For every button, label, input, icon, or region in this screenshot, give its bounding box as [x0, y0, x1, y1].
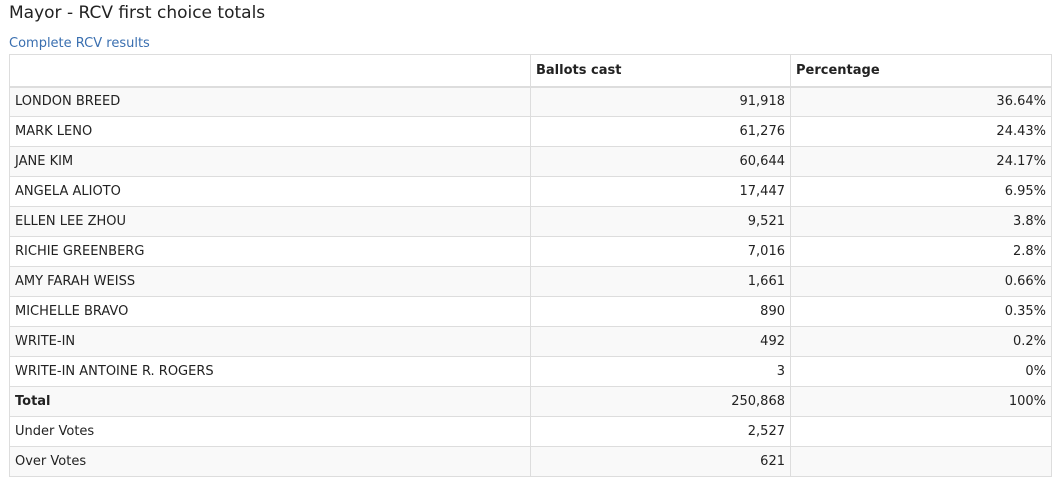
candidate-name: MICHELLE BRAVO [9, 296, 531, 327]
total-label: Total [9, 386, 531, 417]
table-row: MICHELLE BRAVO 890 0.35% [9, 296, 1052, 327]
ballots-cast: 1,661 [530, 266, 791, 297]
percentage: 6.95% [790, 176, 1052, 207]
table-row: JANE KIM 60,644 24.17% [9, 146, 1052, 177]
total-ballots: 250,868 [530, 386, 791, 417]
percentage: 0.35% [790, 296, 1052, 327]
candidate-name: WRITE-IN ANTOINE R. ROGERS [9, 356, 531, 387]
candidate-name: ELLEN LEE ZHOU [9, 206, 531, 237]
percentage: 0.66% [790, 266, 1052, 297]
candidate-name: AMY FARAH WEISS [9, 266, 531, 297]
complete-rcv-results-link[interactable]: Complete RCV results [9, 35, 150, 52]
table-row: WRITE-IN 492 0.2% [9, 326, 1052, 357]
ballots-cast: 492 [530, 326, 791, 357]
table-row: RICHIE GREENBERG 7,016 2.8% [9, 236, 1052, 267]
ballots-cast: 3 [530, 356, 791, 387]
table-header-row: Ballots cast Percentage [9, 54, 1052, 88]
over-votes-percentage [790, 446, 1052, 477]
page-title: Mayor - RCV first choice totals [9, 3, 266, 23]
ballots-cast: 7,016 [530, 236, 791, 267]
candidate-name: WRITE-IN [9, 326, 531, 357]
page: Mayor - RCV first choice totals Complete… [0, 0, 1060, 500]
candidate-name: MARK LENO [9, 116, 531, 147]
over-votes-row: Over Votes 621 [9, 446, 1052, 477]
candidate-name: JANE KIM [9, 146, 531, 177]
table-row: LONDON BREED 91,918 36.64% [9, 86, 1052, 117]
ballots-cast: 61,276 [530, 116, 791, 147]
candidate-name: LONDON BREED [9, 86, 531, 117]
percentage: 36.64% [790, 86, 1052, 117]
table-row: WRITE-IN ANTOINE R. ROGERS 3 0% [9, 356, 1052, 387]
percentage: 24.17% [790, 146, 1052, 177]
under-votes-percentage [790, 416, 1052, 447]
over-votes-count: 621 [530, 446, 791, 477]
table-row: AMY FARAH WEISS 1,661 0.66% [9, 266, 1052, 297]
under-votes-count: 2,527 [530, 416, 791, 447]
candidate-name: ANGELA ALIOTO [9, 176, 531, 207]
percentage: 24.43% [790, 116, 1052, 147]
over-votes-label: Over Votes [9, 446, 531, 477]
candidate-name: RICHIE GREENBERG [9, 236, 531, 267]
table-row: ELLEN LEE ZHOU 9,521 3.8% [9, 206, 1052, 237]
under-votes-label: Under Votes [9, 416, 531, 447]
header-ballots-cast: Ballots cast [530, 54, 791, 88]
table-row: ANGELA ALIOTO 17,447 6.95% [9, 176, 1052, 207]
results-table: Ballots cast Percentage LONDON BREED 91,… [9, 54, 1052, 477]
percentage: 0.2% [790, 326, 1052, 357]
table-row: MARK LENO 61,276 24.43% [9, 116, 1052, 147]
header-percentage: Percentage [790, 54, 1052, 88]
ballots-cast: 890 [530, 296, 791, 327]
ballots-cast: 9,521 [530, 206, 791, 237]
total-percentage: 100% [790, 386, 1052, 417]
total-row: Total 250,868 100% [9, 386, 1052, 417]
ballots-cast: 17,447 [530, 176, 791, 207]
ballots-cast: 60,644 [530, 146, 791, 177]
header-candidate [9, 54, 531, 88]
under-votes-row: Under Votes 2,527 [9, 416, 1052, 447]
percentage: 2.8% [790, 236, 1052, 267]
ballots-cast: 91,918 [530, 86, 791, 117]
percentage: 3.8% [790, 206, 1052, 237]
percentage: 0% [790, 356, 1052, 387]
